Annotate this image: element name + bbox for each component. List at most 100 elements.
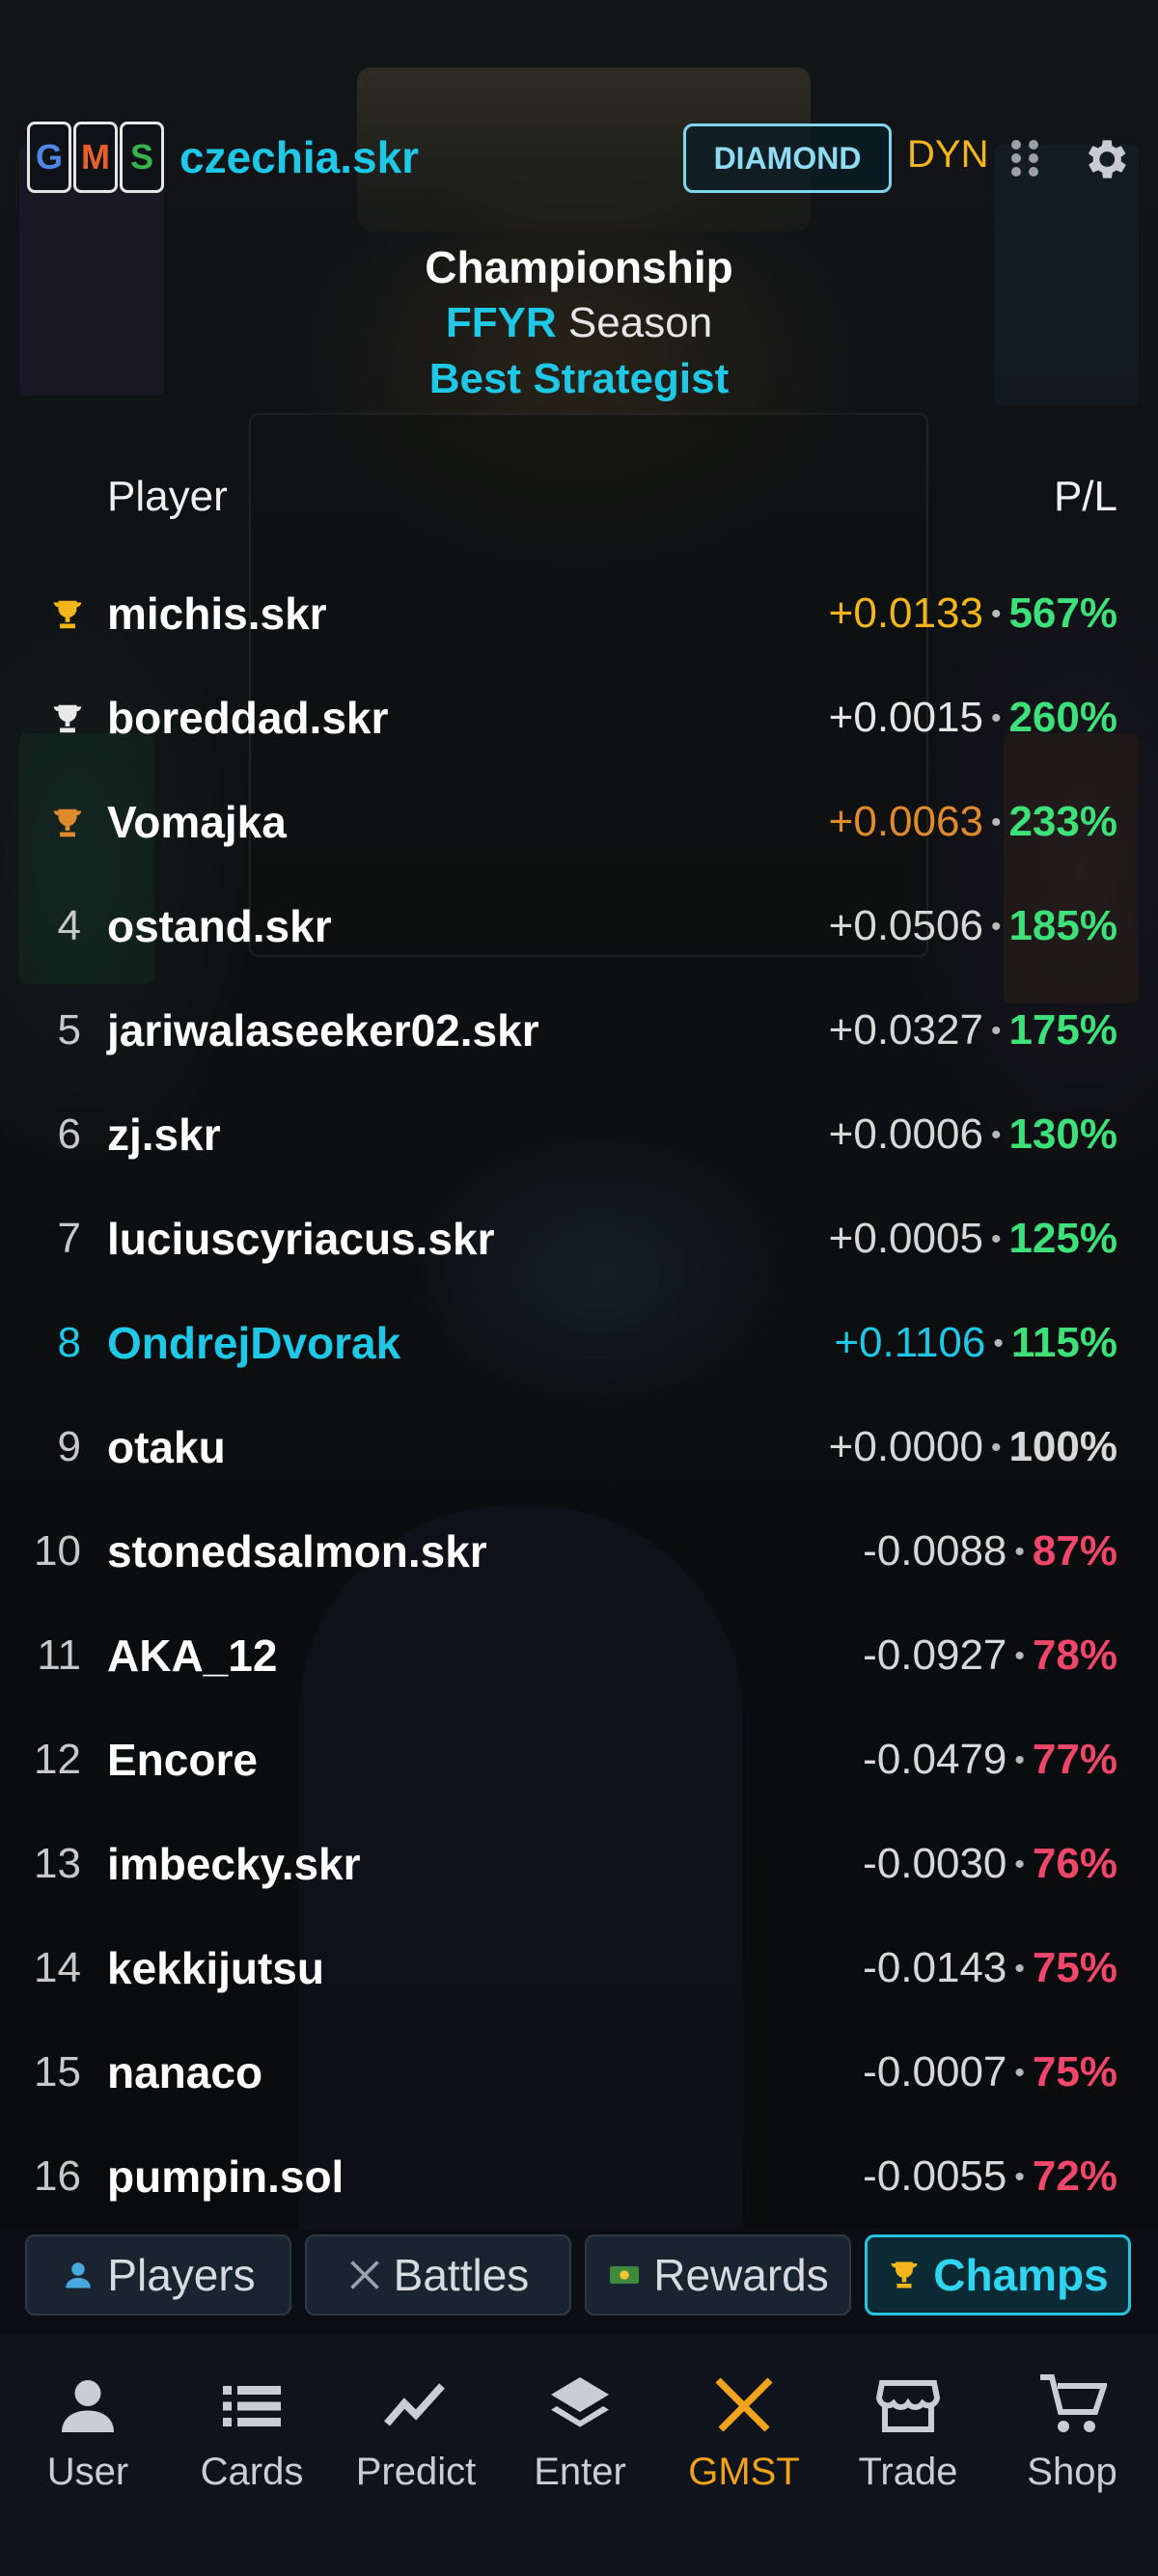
leaderboard-row[interactable]: 5 jariwalaseeker02.skr +0.0327 • 175% [0, 982, 1158, 1079]
column-header-player: Player [107, 473, 228, 520]
tab-champs[interactable]: Champs [865, 2234, 1131, 2316]
leaderboard-row[interactable]: 15 nanaco -0.0007 • 75% [0, 2024, 1158, 2121]
player-name[interactable]: boreddad.skr [107, 670, 388, 766]
pl-delta: +0.0506 [828, 902, 983, 949]
pl-percent: 75% [1032, 1944, 1117, 1991]
leaderboard-row[interactable]: Vomajka +0.0063 • 233% [0, 774, 1158, 870]
crossed-swords-icon [715, 2377, 773, 2432]
player-stats: +0.0327 • 175% [829, 982, 1117, 1083]
player-stats: -0.0927 • 78% [863, 1607, 1117, 1709]
tab-label: Players [107, 2250, 256, 2300]
player-name[interactable]: stonedsalmon.skr [107, 1503, 487, 1600]
mode-label[interactable]: DYN [907, 133, 988, 177]
player-stats: -0.0007 • 75% [863, 2024, 1117, 2125]
tier-badge[interactable]: DIAMOND [683, 123, 892, 193]
gear-icon[interactable] [1079, 133, 1131, 185]
pl-delta: -0.0927 [863, 1631, 1007, 1679]
leaderboard-row[interactable]: 12 Encore -0.0479 • 77% [0, 1712, 1158, 1808]
player-stats: +0.1106 • 115% [834, 1295, 1117, 1396]
trophy-icon [891, 2261, 918, 2288]
nav-label: GMST [688, 2451, 800, 2493]
nav-enter[interactable]: Enter [498, 2350, 662, 2514]
crossed-swords-icon [349, 2261, 379, 2289]
leaderboard-row[interactable]: 4 ostand.skr +0.0506 • 185% [0, 878, 1158, 974]
player-name[interactable]: Vomajka [107, 774, 287, 870]
pl-percent: 78% [1032, 1631, 1117, 1679]
separator-dot: • [1014, 1536, 1025, 1568]
pl-delta: -0.0007 [863, 2048, 1007, 2096]
player-name[interactable]: jariwalaseeker02.skr [107, 982, 539, 1079]
leaderboard-row[interactable]: 13 imbecky.skr -0.0030 • 76% [0, 1816, 1158, 1912]
rank-number: 5 [57, 1006, 81, 1054]
player-name[interactable]: ostand.skr [107, 878, 332, 974]
rank-number: 6 [57, 1110, 81, 1158]
leaderboard-row[interactable]: 10 stonedsalmon.skr -0.0088 • 87% [0, 1503, 1158, 1600]
player-name[interactable]: AKA_12 [107, 1607, 277, 1704]
separator-dot: • [990, 911, 1002, 943]
pl-delta: +0.0005 [828, 1215, 983, 1262]
season-label: Season [556, 299, 713, 346]
page-title-block: Championship FFYR Season Best Strategist [0, 239, 1158, 407]
nav-predict[interactable]: Predict [334, 2350, 498, 2514]
player-name[interactable]: michis.skr [107, 565, 327, 662]
grid-dots-icon[interactable] [1007, 137, 1042, 179]
separator-dot: • [990, 807, 1002, 838]
pl-percent: 185% [1008, 902, 1117, 949]
separator-dot: • [990, 702, 1002, 734]
nav-shop[interactable]: Shop [990, 2350, 1154, 2514]
username[interactable]: czechia.skr [179, 131, 419, 183]
separator-dot: • [1014, 1744, 1025, 1776]
leaderboard-row[interactable]: 7 luciuscyriacus.skr +0.0005 • 125% [0, 1191, 1158, 1287]
player-name[interactable]: zj.skr [107, 1086, 221, 1183]
leaderboard-row[interactable]: boreddad.skr +0.0015 • 260% [0, 670, 1158, 766]
nav-gmst[interactable]: GMST [662, 2350, 826, 2514]
rank-number: 16 [34, 2152, 81, 2200]
player-name[interactable]: kekkijutsu [107, 1920, 324, 2016]
trophy-icon [53, 600, 82, 629]
leaderboard-row[interactable]: 8 OndrejDvorak +0.1106 • 115% [0, 1295, 1158, 1391]
player-stats: +0.0000 • 100% [829, 1399, 1117, 1500]
nav-label: Trade [858, 2451, 958, 2493]
nav-trade[interactable]: Trade [826, 2350, 990, 2514]
tab-players[interactable]: Players [25, 2234, 291, 2316]
pl-percent: 125% [1008, 1215, 1117, 1262]
banknote-icon [610, 2266, 640, 2284]
rank-number: 8 [57, 1319, 81, 1366]
tab-rewards[interactable]: Rewards [585, 2234, 851, 2316]
tab-label: Battles [393, 2250, 530, 2300]
player-stats: +0.0063 • 233% [829, 774, 1117, 875]
leaderboard-row[interactable]: 14 kekkijutsu -0.0143 • 75% [0, 1920, 1158, 2016]
storefront-icon [875, 2380, 941, 2432]
pl-delta: +0.0063 [828, 798, 983, 845]
leaderboard-row[interactable]: 11 AKA_12 -0.0927 • 78% [0, 1607, 1158, 1704]
top-bar: G M S czechia.skr DIAMOND DYN [0, 122, 1158, 195]
player-name[interactable]: luciuscyriacus.skr [107, 1191, 494, 1287]
pl-percent: 100% [1008, 1423, 1117, 1470]
nav-cards[interactable]: Cards [170, 2350, 334, 2514]
player-stats: +0.0506 • 185% [829, 878, 1117, 979]
player-name[interactable]: imbecky.skr [107, 1816, 361, 1912]
logo-tile-s: S [120, 122, 164, 193]
player-name[interactable]: OndrejDvorak [107, 1295, 400, 1391]
tab-battles[interactable]: Battles [305, 2234, 571, 2316]
player-stats: -0.0030 • 76% [863, 1816, 1117, 1917]
pl-percent: 87% [1032, 1527, 1117, 1575]
leaderboard-row[interactable]: 16 pumpin.sol -0.0055 • 72% [0, 2128, 1158, 2225]
trophy-icon [53, 808, 82, 837]
leaderboard-row[interactable]: 6 zj.skr +0.0006 • 130% [0, 1086, 1158, 1183]
nav-user[interactable]: User [6, 2350, 170, 2514]
pl-delta: -0.0055 [863, 2152, 1007, 2200]
leaderboard-row[interactable]: michis.skr +0.0133 • 567% [0, 565, 1158, 662]
nav-label: Predict [355, 2451, 477, 2493]
player-name[interactable]: otaku [107, 1399, 226, 1495]
player-name[interactable]: nanaco [107, 2024, 262, 2121]
player-stats: +0.0006 • 130% [829, 1086, 1117, 1188]
trophy-icon [53, 704, 82, 733]
player-stats: -0.0479 • 77% [863, 1712, 1117, 1813]
leaderboard-row[interactable]: 9 otaku +0.0000 • 100% [0, 1399, 1158, 1495]
pl-delta: -0.0143 [863, 1944, 1007, 1991]
player-name[interactable]: pumpin.sol [107, 2128, 344, 2225]
pl-delta: +0.1106 [834, 1319, 986, 1366]
separator-dot: • [1014, 1640, 1025, 1672]
player-name[interactable]: Encore [107, 1712, 258, 1808]
